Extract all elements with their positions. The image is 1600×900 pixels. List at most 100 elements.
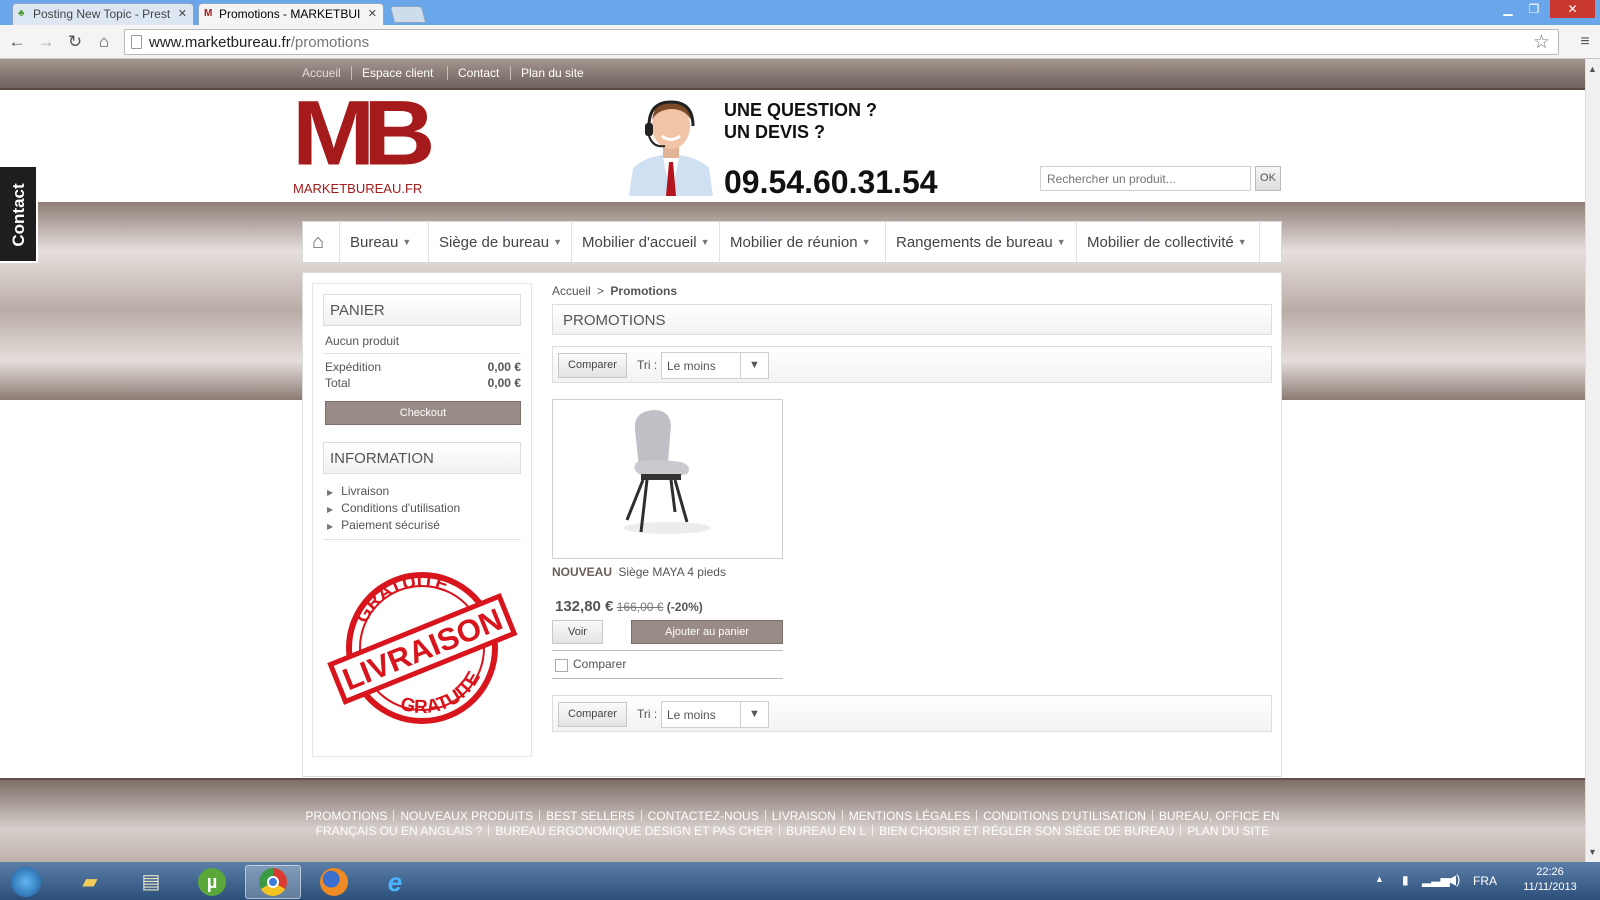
- total-value: 0,00 €: [487, 376, 521, 390]
- free-delivery-stamp[interactable]: GRATUITE GRATUITE LIVRAISON: [323, 549, 521, 747]
- sort-select[interactable]: Le moins ▼: [661, 701, 769, 728]
- sort-bar-top: Comparer Tri : Le moins ▼: [552, 346, 1272, 383]
- footer-separator: [841, 810, 843, 821]
- footer-link[interactable]: FRANÇAIS OU EN ANGLAIS ?: [316, 824, 483, 838]
- language-indicator[interactable]: FRA: [1473, 874, 1497, 888]
- product-image[interactable]: [552, 399, 783, 559]
- main-menu: ⌂ Bureau ▼ Siège de bureau ▼ Mobilier d'ac…: [302, 221, 1282, 263]
- reload-icon[interactable]: ↻: [64, 31, 86, 53]
- footer-link[interactable]: BUREAU, OFFICE EN: [1159, 809, 1280, 823]
- browser-tab-posting[interactable]: ♣ Posting New Topic - Prest ✕: [12, 3, 194, 25]
- menu-icon[interactable]: ≡: [1574, 31, 1596, 53]
- toplink-espace-client[interactable]: Espace client: [351, 66, 443, 80]
- compare-button[interactable]: Comparer: [558, 702, 627, 727]
- menu-item-bureau[interactable]: Bureau ▼: [339, 222, 411, 262]
- back-arrow-icon[interactable]: ←: [6, 31, 28, 53]
- close-tab-icon[interactable]: ✕: [368, 7, 377, 20]
- footer-separator: [779, 825, 781, 836]
- search-input[interactable]: [1040, 166, 1251, 191]
- toplink-plan-du-site[interactable]: Plan du site: [510, 66, 594, 80]
- info-link-label: Conditions d'utilisation: [341, 501, 461, 515]
- clock[interactable]: 22:26 11/11/2013: [1510, 865, 1590, 895]
- bookmark-star-icon[interactable]: ☆: [1533, 31, 1550, 54]
- checkout-button[interactable]: Checkout: [325, 401, 521, 425]
- menu-item-label: Rangements de bureau: [896, 234, 1053, 251]
- footer-link[interactable]: BEST SELLERS: [546, 809, 635, 823]
- firefox-taskbar-icon[interactable]: [306, 865, 362, 899]
- breadcrumb: Accueil > Promotions: [552, 284, 677, 298]
- internet-explorer-taskbar-icon[interactable]: e: [367, 865, 423, 899]
- home-icon[interactable]: ⌂: [93, 31, 115, 53]
- home-menu-icon[interactable]: ⌂: [303, 222, 339, 262]
- cart-empty-text: Aucun produit: [325, 334, 400, 348]
- menu-item-collectivite[interactable]: Mobilier de collectivité ▼: [1076, 222, 1260, 262]
- footer-link[interactable]: LIVRAISON: [772, 809, 836, 823]
- search-button[interactable]: OK: [1255, 166, 1281, 191]
- footer-link[interactable]: CONDITIONS D'UTILISATION: [983, 809, 1146, 823]
- view-button[interactable]: Voir: [552, 620, 603, 644]
- info-link-conditions[interactable]: ▶ Conditions d'utilisation: [327, 501, 460, 515]
- browser-tab-promotions[interactable]: M Promotions - MARKETBUI ✕: [198, 3, 384, 25]
- footer-links-row-1: PROMOTIONS NOUVEAUX PRODUITS BEST SELLERS C…: [0, 809, 1585, 823]
- browser-toolbar: ← → ↻ ⌂ www.marketbureau.fr/promotions ☆…: [0, 25, 1600, 59]
- question-line-1: UNE QUESTION ?: [724, 100, 878, 120]
- contact-side-tab[interactable]: Contact: [0, 165, 38, 263]
- footer-separator: [640, 810, 642, 821]
- page-scrollbar[interactable]: ▲ ▼: [1585, 59, 1600, 862]
- footer-link[interactable]: BUREAU ERGONOMIQUE DESIGN ET PAS CHER: [495, 824, 773, 838]
- menu-item-rangements[interactable]: Rangements de bureau ▼: [885, 222, 1066, 262]
- footer-link[interactable]: PLAN DU SITE: [1187, 824, 1269, 838]
- chrome-taskbar-icon[interactable]: [245, 865, 301, 899]
- explorer-taskbar-icon[interactable]: ▰: [62, 865, 118, 899]
- site-top-strip: Accueil Espace client Contact Plan du si…: [0, 59, 1585, 90]
- info-link-livraison[interactable]: ▶ Livraison: [327, 484, 389, 498]
- footer-link[interactable]: NOUVEAUX PRODUITS: [400, 809, 533, 823]
- footer-link[interactable]: CONTACTEZ-NOUS: [648, 809, 759, 823]
- clock-time: 22:26: [1536, 866, 1564, 878]
- forward-arrow-icon[interactable]: →: [35, 31, 57, 53]
- chevron-down-icon: ▼: [740, 702, 768, 727]
- info-link-label: Livraison: [341, 484, 390, 498]
- footer-link[interactable]: MENTIONS LÉGALES: [849, 809, 970, 823]
- footer-links-row-2: FRANÇAIS OU EN ANGLAIS ? BUREAU ERGONOMIQ…: [0, 824, 1585, 838]
- footer-link[interactable]: BUREAU EN L: [786, 824, 866, 838]
- close-tab-icon[interactable]: ✕: [178, 7, 187, 20]
- info-link-paiement[interactable]: ▶ Paiement sécurisé: [327, 518, 440, 532]
- tab-title: Promotions - MARKETBUI: [219, 7, 361, 21]
- divider: [323, 539, 521, 540]
- compare-checkbox[interactable]: [555, 659, 568, 672]
- support-agent-image: [625, 96, 717, 196]
- menu-item-siege-de-bureau[interactable]: Siège de bureau ▼: [428, 222, 562, 262]
- files-taskbar-icon[interactable]: ▤: [123, 865, 179, 899]
- add-to-cart-button[interactable]: Ajouter au panier: [631, 620, 783, 644]
- compare-button[interactable]: Comparer: [558, 353, 627, 378]
- scroll-down-icon[interactable]: ▼: [1588, 847, 1597, 857]
- chevron-down-icon: ▼: [700, 237, 710, 247]
- footer-link[interactable]: PROMOTIONS: [305, 809, 387, 823]
- utorrent-taskbar-icon[interactable]: µ: [184, 865, 240, 899]
- address-bar[interactable]: www.marketbureau.fr/promotions ☆: [124, 29, 1559, 55]
- volume-icon[interactable]: ◀): [1446, 872, 1460, 888]
- start-button[interactable]: [0, 865, 52, 899]
- new-tab-button[interactable]: [389, 6, 427, 23]
- product-discount: (-20%): [666, 600, 703, 614]
- show-hidden-icons-icon[interactable]: ▲: [1375, 874, 1384, 884]
- sort-select[interactable]: Le moins ▼: [661, 352, 769, 379]
- close-window-icon[interactable]: ✕: [1550, 0, 1595, 18]
- menu-item-mobilier-reunion[interactable]: Mobilier de réunion ▼: [719, 222, 871, 262]
- restore-icon[interactable]: ❐: [1522, 0, 1546, 18]
- footer-separator: [976, 810, 978, 821]
- footer-link[interactable]: BIEN CHOISIR ET RÉGLER SON SIÈGE DE BURE…: [879, 824, 1174, 838]
- menu-item-mobilier-accueil[interactable]: Mobilier d'accueil ▼: [571, 222, 710, 262]
- toplink-accueil[interactable]: Accueil: [292, 66, 351, 80]
- shipping-value: 0,00 €: [487, 360, 521, 374]
- footer-separator: [764, 810, 766, 821]
- minimize-icon[interactable]: ▁: [1496, 0, 1520, 18]
- scroll-up-icon[interactable]: ▲: [1588, 64, 1597, 74]
- toplink-contact[interactable]: Contact: [447, 66, 509, 80]
- product-title[interactable]: NOUVEAU Siège MAYA 4 pieds: [552, 565, 726, 579]
- battery-icon[interactable]: ▮: [1402, 873, 1409, 887]
- site-logo[interactable]: MB MARKETBUREAU.FR: [292, 82, 435, 196]
- breadcrumb-home[interactable]: Accueil: [552, 284, 591, 298]
- menu-item-label: Mobilier de collectivité: [1087, 234, 1234, 251]
